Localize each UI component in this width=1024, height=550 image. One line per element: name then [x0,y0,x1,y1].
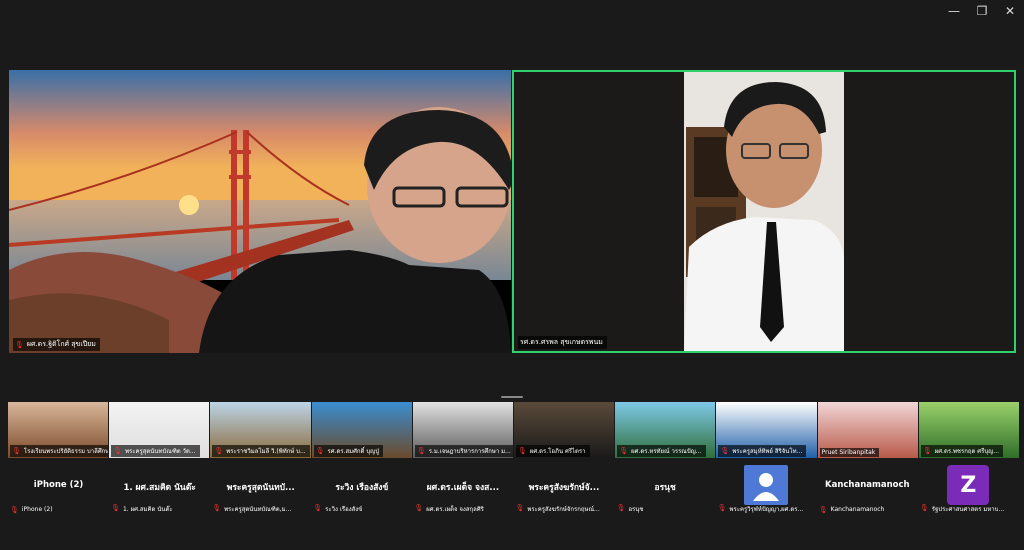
participant-label: 1. ผศ.สมคิด นันต๊ะ [122,506,173,513]
participant-name: พระครูสมุห์ทิพย์ สิริจันโท... [732,448,803,455]
mic-muted-icon: 🎙 [414,504,424,512]
mic-muted-icon: 🎙 [616,504,626,512]
participant-label: iPhone (2) [21,506,53,513]
participant-name: ร.ม.เจษฎาบริหารการศึกษา ม... [428,448,511,455]
participant-name: โรงเรียนพระปริยัติธรรม บาลีศึกษา [23,448,109,455]
person-icon [753,473,780,501]
participant-tile[interactable]: iPhone (2) 🎙 iPhone (2) [8,462,109,522]
participant-label: พระครูสุตนันทบัณฑิต,ม... [224,506,292,513]
participant-display-name: พระครูสังฆรักษ์จั... [528,483,600,493]
gallery-thumbnails: 🎙 โรงเรียนพระปริยัติธรรม บาลีศึกษา 🎙 พระคร… [8,402,1020,458]
participant-name: ผศ.ดร.หรทัยณ์ วรรณปัญ... [631,448,702,455]
speaker-video-feed [514,72,1014,351]
mic-muted-icon: 🎙 [12,447,21,455]
mic-muted-icon: 🎙 [720,447,730,455]
participant-name: ผศ.ดร.โอภิน ศรีไตรา [529,448,586,455]
mic-muted-icon: 🎙 [15,340,24,349]
participant-tile[interactable]: ผศ.ดร.เผด็จ จงส... 🎙 ผศ.ดร.เผด็จ จงสกุลศิ… [412,462,513,522]
gallery-resize-handle[interactable] [501,396,523,398]
mic-muted-icon: 🎙 [10,506,19,514]
golden-gate-background [9,70,511,353]
participant-display-name: ผศ.ดร.เผด็จ จงส... [426,483,500,493]
participant-tile[interactable]: Z 🎙 รัฐประศาสนศาสตร มหาบ... [918,462,1019,522]
participant-display-name: iPhone (2) [33,480,84,490]
participant-label: ผศ.ดร.เผด็จ จงสกุลศิริ [426,506,484,513]
participant-tile[interactable]: 1. ผศ.สมคิด นันต๊ะ 🎙 1. ผศ.สมคิด นันต๊ะ [109,462,210,522]
participant-name: Pruet Siribanpitak [821,449,876,456]
window-controls: — ❐ ✕ [940,2,1024,20]
participant-label: รัฐประศาสนศาสตร มหาบ... [931,506,1005,513]
thumbnail-video[interactable]: 🎙 ร.ม.เจษฎาบริหารการศึกษา ม... [412,402,514,458]
thumbnail-video[interactable]: 🎙 โรงเรียนพระปริยัติธรรม บาลีศึกษา [8,402,109,458]
participant-tile[interactable]: พระครูสังฆรักษ์จั... 🎙 พระครูสังฆรักษ์จัก… [513,462,614,522]
mic-muted-icon: 🎙 [113,447,123,455]
participant-name: พระราชวิมลโมลี วิ.(พิทักษ์ บ... [226,448,306,455]
participant-tile[interactable]: ระวิง เรืองสังข์ 🎙 ระวิง เรืองสังข์ [311,462,412,522]
avatar-initial: Z [947,465,990,505]
restore-icon[interactable]: ❐ [968,2,996,20]
participant-display-name: พระครูสุตนันทบั... [226,483,295,493]
participant-name-tiles: iPhone (2) 🎙 iPhone (2) 1. ผศ.สมคิด นันต๊… [8,462,1019,522]
mic-muted-icon: 🎙 [818,506,828,514]
participant-label: ระวิง เรืองสังข์ [325,506,363,513]
mic-muted-icon: 🎙 [214,447,224,455]
speaker-name-tag: รศ.ดร.ศรพล สุขเกษตรพนม [518,336,607,349]
mic-muted-icon: 🎙 [518,447,527,455]
minimize-icon[interactable]: — [940,2,968,20]
participant-tile[interactable]: Kanchanamanoch 🎙 Kanchanamanoch [817,462,918,522]
thumbnail-video[interactable]: 🎙 พระครูสมุห์ทิพย์ สิริจันโท... [716,402,817,458]
participant-name: พระครูสุตนันทบัณฑิต วัด... [125,448,196,455]
speaker-name: ผศ.ดร.ฐิติโกศ์ สุขเปียม [26,340,96,348]
mic-muted-icon: 🎙 [919,504,929,512]
mic-muted-icon: 🎙 [111,504,120,512]
mic-muted-icon: 🎙 [416,447,426,455]
mic-muted-icon: 🎙 [315,447,325,455]
participant-tile[interactable]: อรนุช 🎙 อรนุช [615,462,716,522]
participant-label: อรนุช [628,506,644,513]
thumbnail-video[interactable]: 🎙 ผศ.ดร.พชรกฤต ศรีบุญ... [918,402,1020,458]
participant-label: พระครูวิรุฬห์ปัญญา,ผศ.ดร... [729,506,804,513]
speaker-name-tag: 🎙 ผศ.ดร.ฐิติโกศ์ สุขเปียม [13,338,100,351]
speaker-video-1[interactable]: 🎙 ผศ.ดร.ฐิติโกศ์ สุขเปียม [9,70,511,353]
participant-tile[interactable]: พระครูสุตนันทบั... 🎙 พระครูสุตนันทบัณฑิต,… [210,462,311,522]
mic-muted-icon: 🎙 [212,504,222,512]
speaker-video-2[interactable]: รศ.ดร.ศรพล สุขเกษตรพนม [512,70,1016,353]
participant-display-name: ระวิง เรืองสังข์ [335,483,389,493]
participant-name: รศ.ดร.สมศักดิ์ บุญปู่ [327,448,380,455]
participant-display-name: 1. ผศ.สมคิด นันต๊ะ [123,483,196,493]
speaker-name: รศ.ดร.ศรพล สุขเกษตรพนม [520,338,603,346]
close-icon[interactable]: ✕ [996,2,1024,20]
thumbnail-video[interactable]: 🎙 ผศ.ดร.หรทัยณ์ วรรณปัญ... [615,402,716,458]
thumbnail-video[interactable]: 🎙 ผศ.ดร.โอภิน ศรีไตรา [514,402,615,458]
mic-muted-icon: 🎙 [717,504,727,512]
mic-muted-icon: 🎙 [922,447,932,455]
participant-tile[interactable]: 🎙 พระครูวิรุฬห์ปัญญา,ผศ.ดร... [716,462,817,522]
thumbnail-video[interactable]: 🎙 รศ.ดร.สมศักดิ์ บุญปู่ [311,402,412,458]
profile-picture [744,465,789,505]
thumbnail-video[interactable]: 🎙 พระราชวิมลโมลี วิ.(พิทักษ์ บ... [210,402,311,458]
thumbnail-video[interactable]: 🎙 พระครูสุตนันทบัณฑิต วัด... [109,402,210,458]
mic-muted-icon: 🎙 [313,504,323,512]
participant-display-name: Kanchanamanoch [825,480,910,490]
participant-name: ผศ.ดร.พชรกฤต ศรีบุญ... [934,448,999,455]
mic-muted-icon: 🎙 [515,504,525,512]
participant-display-name: อรนุช [654,483,676,493]
mic-muted-icon: 🎙 [619,447,629,455]
participant-label: Kanchanamanoch [830,506,885,513]
thumbnail-video[interactable]: Pruet Siribanpitak [817,402,918,458]
participant-label: พระครูสังฆรักษ์จักรกฤษณ์... [527,506,600,513]
